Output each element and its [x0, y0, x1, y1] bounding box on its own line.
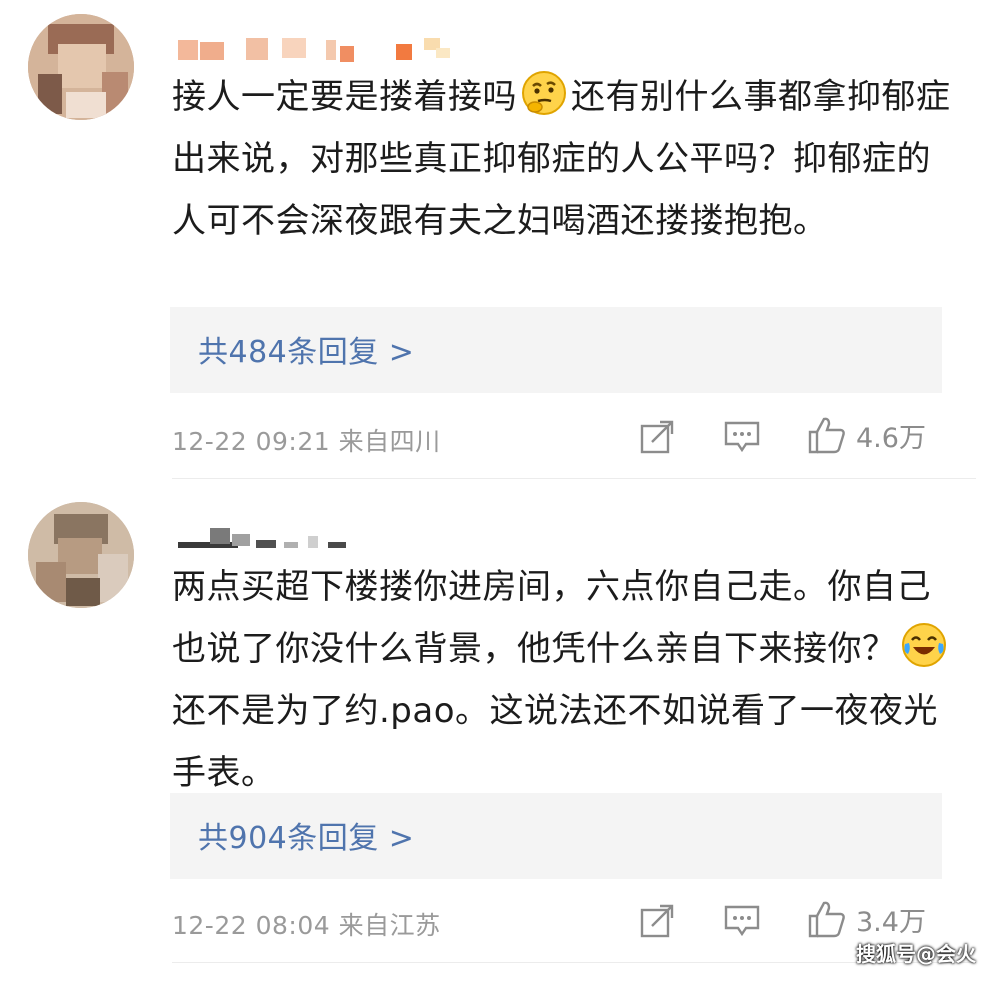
comment-timestamp-location: 12-22 08:04 来自江苏	[172, 911, 441, 940]
username-blurred[interactable]	[172, 522, 372, 552]
comment-item: 两点买超下楼搂你进房间，六点你自己走。你自己也说了你没什么背景，他凭什么亲自下来…	[0, 0, 1000, 981]
like-button[interactable]: 3.4万	[806, 898, 926, 940]
comment-text-part2: 还不是为了约.pao。这说法还不如说看了一夜夜光手表。	[172, 691, 939, 793]
reply-box[interactable]: 共904条回复 >	[170, 793, 942, 879]
comment-icon	[724, 905, 760, 937]
share-icon	[640, 904, 674, 938]
comment-text-part1: 两点买超下楼搂你进房间，六点你自己走。你自己也说了你没什么背景，他凭什么亲自下来…	[172, 567, 931, 669]
comment-text: 两点买超下楼搂你进房间，六点你自己走。你自己也说了你没什么背景，他凭什么亲自下来…	[172, 556, 962, 804]
laugh-cry-emoji-icon	[901, 622, 947, 668]
comment-button[interactable]	[722, 902, 762, 940]
thumbs-up-icon	[808, 901, 845, 938]
like-count: 3.4万	[856, 906, 926, 938]
view-replies-link[interactable]: 共904条回复 >	[198, 813, 414, 857]
share-button[interactable]	[638, 902, 676, 940]
watermark: 搜狐号@会火	[856, 942, 976, 966]
avatar[interactable]	[28, 502, 134, 608]
